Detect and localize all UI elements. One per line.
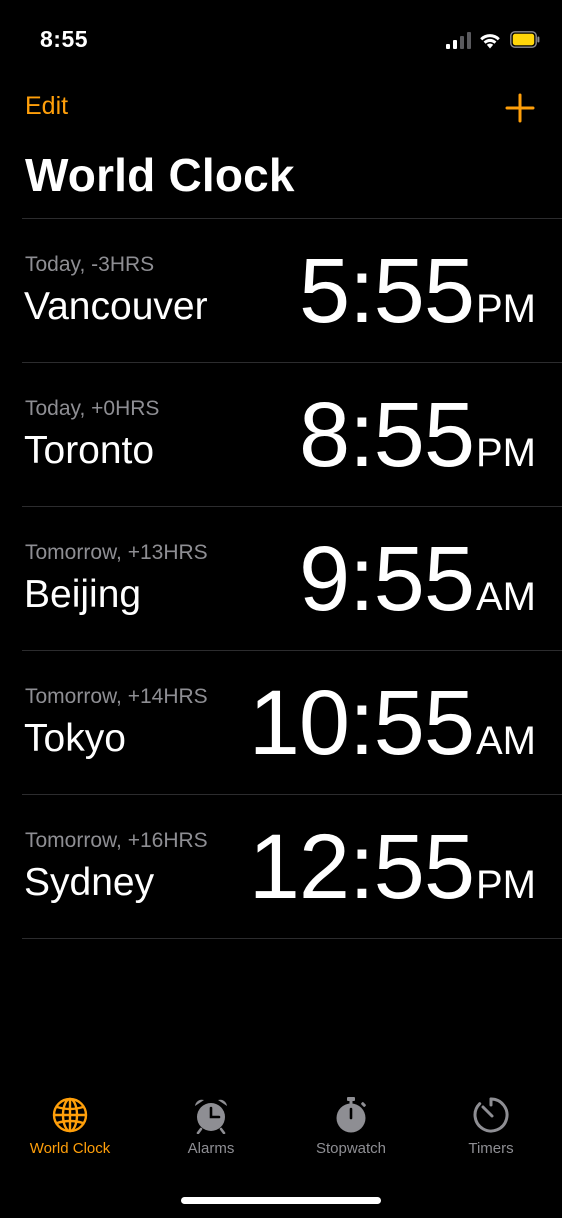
world-clock-list: Today, -3HRS Vancouver 5:55 PM Today, +0… xyxy=(22,218,562,939)
status-time: 8:55 xyxy=(40,26,89,52)
city-name: Sydney xyxy=(24,861,155,904)
cellular-signal-icon xyxy=(446,32,472,49)
time-offset-label: Today, +0HRS xyxy=(25,397,160,420)
time-ampm: AM xyxy=(476,575,536,619)
time-digits: 8:55 xyxy=(298,384,475,486)
tab-label: World Clock xyxy=(29,1140,111,1157)
time-ampm: AM xyxy=(476,719,536,763)
local-time: 8:55 PM xyxy=(299,383,536,488)
time-offset-label: Tomorrow, +13HRS xyxy=(25,541,208,564)
clock-row-vancouver[interactable]: Today, -3HRS Vancouver 5:55 PM xyxy=(22,218,562,362)
edit-button[interactable]: Edit xyxy=(25,92,68,121)
alarm-clock-icon xyxy=(195,1099,227,1134)
tab-label: Alarms xyxy=(187,1140,235,1157)
tab-alarms[interactable]: Alarms xyxy=(141,1096,281,1157)
local-time: 5:55 PM xyxy=(299,239,536,344)
tab-world-clock[interactable]: World Clock xyxy=(0,1096,140,1157)
time-offset-label: Today, -3HRS xyxy=(25,253,155,276)
clock-row-toronto[interactable]: Today, +0HRS Toronto 8:55 PM xyxy=(22,362,562,506)
time-ampm: PM xyxy=(476,431,536,475)
city-name: Toronto xyxy=(24,429,155,472)
local-time: 9:55 AM xyxy=(299,527,536,632)
tab-label: Timers xyxy=(468,1140,514,1157)
time-offset-label: Tomorrow, +16HRS xyxy=(25,829,208,852)
time-digits: 5:55 xyxy=(298,240,475,342)
battery-icon xyxy=(510,31,540,48)
tab-timers[interactable]: Timers xyxy=(421,1096,561,1157)
clock-row-tokyo[interactable]: Tomorrow, +14HRS Tokyo 10:55 AM xyxy=(22,650,562,794)
home-indicator[interactable] xyxy=(181,1197,381,1204)
page-title: World Clock xyxy=(25,149,295,201)
local-time: 10:55 AM xyxy=(249,671,536,776)
time-digits: 10:55 xyxy=(248,672,475,774)
tab-stopwatch[interactable]: Stopwatch xyxy=(281,1096,421,1157)
city-name: Vancouver xyxy=(24,285,208,328)
time-ampm: PM xyxy=(476,287,536,331)
time-digits: 12:55 xyxy=(248,816,475,918)
stopwatch-icon xyxy=(336,1097,366,1133)
status-bar: 8:55 xyxy=(0,0,562,84)
tab-bar: World Clock Alarms Stopwatch Timers xyxy=(0,1096,562,1176)
globe-icon xyxy=(52,1097,88,1133)
city-name: Tokyo xyxy=(24,717,126,760)
time-ampm: PM xyxy=(476,863,536,907)
plus-icon[interactable] xyxy=(504,92,536,124)
time-offset-label: Tomorrow, +14HRS xyxy=(25,685,208,708)
tab-label: Stopwatch xyxy=(315,1140,387,1157)
wifi-icon xyxy=(480,34,500,49)
clock-row-beijing[interactable]: Tomorrow, +13HRS Beijing 9:55 AM xyxy=(22,506,562,650)
city-name: Beijing xyxy=(24,573,142,616)
phone-screen: 8:55 Edit World Clock Today, -3HRS Vanco… xyxy=(0,0,562,1218)
local-time: 12:55 PM xyxy=(249,815,536,920)
time-digits: 9:55 xyxy=(298,528,475,630)
clock-row-sydney[interactable]: Tomorrow, +16HRS Sydney 12:55 PM xyxy=(22,794,562,939)
timer-icon xyxy=(473,1097,509,1133)
